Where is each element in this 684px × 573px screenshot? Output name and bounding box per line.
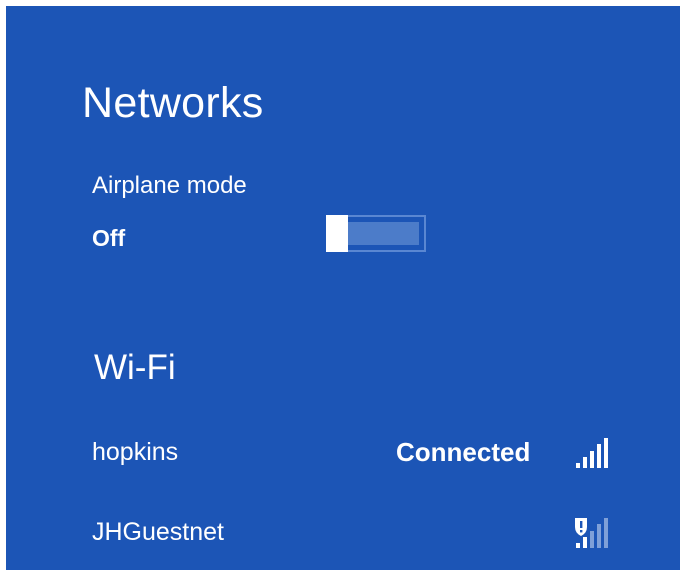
networks-panel: Networks Airplane mode Off Wi-Fi hopkins… <box>6 6 680 570</box>
network-status: Connected <box>396 437 531 467</box>
network-item-jhguestnet[interactable]: JHGuestnet <box>6 506 680 562</box>
wifi-signal-icon <box>576 438 608 468</box>
toggle-track <box>348 222 419 245</box>
network-name: JHGuestnet <box>92 518 225 546</box>
page-title: Networks <box>82 79 264 127</box>
airplane-mode-toggle[interactable] <box>326 215 426 252</box>
airplane-mode-label: Airplane mode <box>92 172 247 199</box>
wifi-signal-warning-icon <box>575 518 608 548</box>
airplane-mode-state: Off <box>92 225 126 251</box>
toggle-thumb[interactable] <box>326 215 348 252</box>
wifi-section-header: Wi-Fi <box>94 348 176 387</box>
network-item-hopkins[interactable]: hopkins Connected <box>6 426 680 482</box>
network-name: hopkins <box>92 438 179 466</box>
